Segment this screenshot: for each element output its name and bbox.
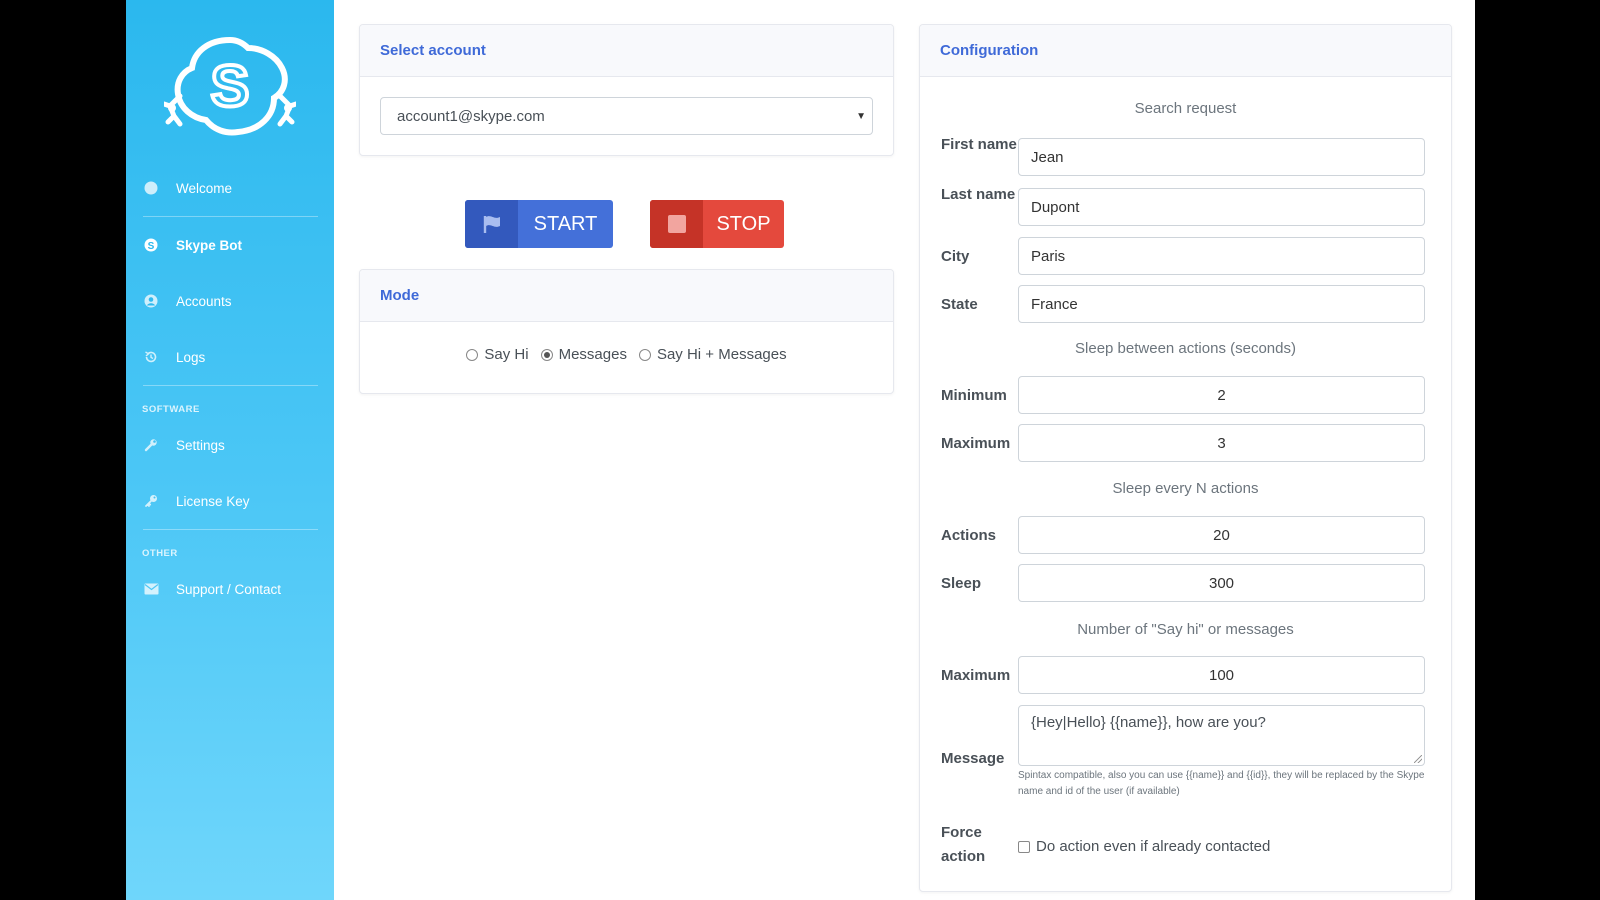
force-action-checkbox[interactable] xyxy=(1018,840,1030,853)
message-textarea[interactable]: {Hey|Hello} {{name}}, how are you? xyxy=(1018,705,1425,766)
svg-text:S: S xyxy=(211,54,250,119)
maximum-input[interactable]: 3 xyxy=(1018,424,1425,462)
wrench-icon xyxy=(143,437,159,453)
sidebar-item-settings[interactable]: Settings xyxy=(143,430,323,460)
maximum-label: Maximum xyxy=(941,435,1011,452)
select-account-card: Select account account1@skype.com ▼ xyxy=(359,24,894,156)
stop-square-icon xyxy=(650,200,703,248)
mode-option-say-hi[interactable]: Say Hi xyxy=(466,346,529,363)
caret-down-icon: ▼ xyxy=(856,111,866,122)
account-select-value: account1@skype.com xyxy=(397,107,545,125)
sidebar-item-label: Logs xyxy=(176,349,206,365)
divider xyxy=(143,529,318,530)
radio-button[interactable] xyxy=(466,348,479,361)
sidebar-item-label: Support / Contact xyxy=(176,581,282,597)
actions-input[interactable]: 20 xyxy=(1018,516,1425,554)
divider xyxy=(143,385,318,386)
sleep-input[interactable]: 300 xyxy=(1018,564,1425,602)
radio-label: Messages xyxy=(558,346,627,363)
city-input[interactable]: Paris xyxy=(1018,237,1425,275)
sidebar-item-logs[interactable]: Logs xyxy=(143,342,323,372)
count-maximum-label: Maximum xyxy=(941,667,1011,684)
mode-option-messages[interactable]: Messages xyxy=(540,346,627,363)
user-icon xyxy=(143,293,159,309)
mode-card: Mode Say Hi Messages Say Hi + Messages xyxy=(359,269,894,394)
section-title-every: Sleep every N actions xyxy=(1112,480,1259,497)
force-action-checkbox-label: Do action even if already contacted xyxy=(1036,838,1271,855)
section-label-software: SOFTWARE xyxy=(142,404,200,415)
key-icon xyxy=(143,493,159,509)
force-action-checkbox-row[interactable]: Do action even if already contacted xyxy=(1018,838,1270,855)
sidebar: S Welcome S Skype Bot Accounts Logs SOFT… xyxy=(126,0,334,900)
envelope-icon xyxy=(143,581,159,597)
card-title: Configuration xyxy=(920,25,1451,77)
svg-text:S: S xyxy=(148,241,155,252)
message-text: {Hey|Hello} {{name}}, how are you? xyxy=(1031,714,1266,731)
app-window: S Welcome S Skype Bot Accounts Logs SOFT… xyxy=(126,0,1475,900)
message-help-text: Spintax compatible, also you can use {{n… xyxy=(1018,770,1425,797)
force-action-label: Force action xyxy=(941,824,986,865)
flag-icon xyxy=(465,200,518,248)
last-name-input[interactable]: Dupont xyxy=(1018,188,1425,226)
sidebar-item-label: Accounts xyxy=(176,293,232,309)
configuration-card: Configuration Search request First name … xyxy=(919,24,1452,892)
state-input[interactable]: France xyxy=(1018,285,1425,323)
sidebar-item-accounts[interactable]: Accounts xyxy=(143,286,323,316)
first-name-label: First name xyxy=(941,136,1017,153)
start-button-label: START xyxy=(533,212,598,235)
minimum-label: Minimum xyxy=(941,387,1007,404)
message-label: Message xyxy=(941,750,1005,767)
minimum-input[interactable]: 2 xyxy=(1018,376,1425,414)
section-title-search: Search request xyxy=(1134,100,1237,117)
section-label-other: OTHER xyxy=(142,548,178,559)
sidebar-item-label: Settings xyxy=(176,437,225,453)
skype-bot-logo: S xyxy=(164,36,296,136)
sidebar-item-welcome[interactable]: Welcome xyxy=(143,173,323,203)
actions-label: Actions xyxy=(941,527,997,544)
mode-radio-group: Say Hi Messages Say Hi + Messages xyxy=(360,346,893,363)
count-maximum-input[interactable]: 100 xyxy=(1018,656,1425,694)
sidebar-item-skype-bot[interactable]: S Skype Bot xyxy=(143,230,323,260)
radio-label: Say Hi xyxy=(484,346,529,363)
radio-button[interactable] xyxy=(540,348,553,361)
skype-icon: S xyxy=(143,237,159,253)
card-title: Select account xyxy=(360,25,893,77)
sidebar-item-license-key[interactable]: License Key xyxy=(143,486,323,516)
section-title-count: Number of "Say hi" or messages xyxy=(1077,621,1294,638)
last-name-label: Last name xyxy=(941,186,1016,203)
stop-button[interactable]: STOP xyxy=(650,200,784,248)
divider xyxy=(143,216,318,217)
history-icon xyxy=(143,349,159,365)
circle-icon xyxy=(143,180,159,196)
first-name-input[interactable]: Jean xyxy=(1018,138,1425,176)
card-title: Mode xyxy=(360,270,893,322)
radio-button[interactable] xyxy=(638,348,651,361)
sidebar-item-label: License Key xyxy=(176,493,250,509)
city-label: City xyxy=(941,248,970,265)
start-button[interactable]: START xyxy=(465,200,613,248)
radio-label: Say Hi + Messages xyxy=(656,346,787,363)
stop-button-label: STOP xyxy=(716,212,771,235)
sidebar-item-label: Welcome xyxy=(176,180,233,196)
account-select[interactable]: account1@skype.com ▼ xyxy=(380,97,873,135)
sidebar-item-support-contact[interactable]: Support / Contact xyxy=(143,574,323,604)
mode-option-say-hi-messages[interactable]: Say Hi + Messages xyxy=(638,346,787,363)
sleep-label: Sleep xyxy=(941,575,982,592)
sidebar-item-label: Skype Bot xyxy=(176,237,243,253)
resize-grip-icon[interactable] xyxy=(1414,755,1422,763)
state-label: State xyxy=(941,296,978,313)
section-title-sleep: Sleep between actions (seconds) xyxy=(1075,340,1296,357)
